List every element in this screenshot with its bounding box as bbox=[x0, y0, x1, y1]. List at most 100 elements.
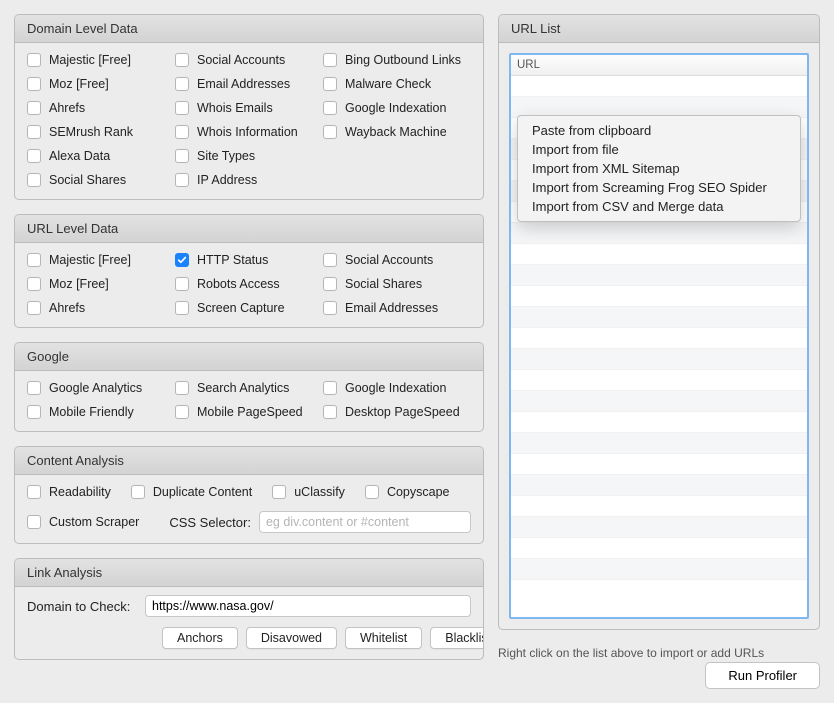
checkbox[interactable] bbox=[175, 149, 189, 163]
url-list-row[interactable] bbox=[511, 454, 807, 475]
option-label: Mobile PageSpeed bbox=[197, 405, 303, 419]
url-list-column-header[interactable]: URL bbox=[511, 55, 807, 76]
option-label: Desktop PageSpeed bbox=[345, 405, 460, 419]
checkbox[interactable] bbox=[175, 405, 189, 419]
url-list-row[interactable] bbox=[511, 517, 807, 538]
custom-scraper-label: Custom Scraper bbox=[49, 515, 139, 529]
checkbox[interactable] bbox=[323, 77, 337, 91]
option-label: Readability bbox=[49, 485, 111, 499]
checkbox[interactable] bbox=[365, 485, 379, 499]
checkbox[interactable] bbox=[323, 101, 337, 115]
checkbox[interactable] bbox=[27, 405, 41, 419]
checkbox[interactable] bbox=[27, 149, 41, 163]
url-list-row[interactable] bbox=[511, 328, 807, 349]
url-list-row[interactable] bbox=[511, 265, 807, 286]
url-list-row[interactable] bbox=[511, 223, 807, 244]
checkbox[interactable] bbox=[175, 253, 189, 267]
domain-to-check-input[interactable] bbox=[145, 595, 471, 617]
context-menu-item[interactable]: Import from CSV and Merge data bbox=[518, 197, 800, 216]
checkbox[interactable] bbox=[27, 381, 41, 395]
url-list-title: URL List bbox=[499, 15, 819, 43]
whitelist-button[interactable]: Whitelist bbox=[345, 627, 422, 649]
url-list-row[interactable] bbox=[511, 286, 807, 307]
option-label: Wayback Machine bbox=[345, 125, 447, 139]
url-list-row[interactable] bbox=[511, 475, 807, 496]
css-selector-input[interactable] bbox=[259, 511, 471, 533]
url-list-row[interactable] bbox=[511, 349, 807, 370]
option-row: Malware Check bbox=[323, 75, 471, 93]
url-level-panel: URL Level Data Majestic [Free]Moz [Free]… bbox=[14, 214, 484, 328]
options-column: Social AccountsEmail AddressesWhois Emai… bbox=[175, 51, 323, 189]
option-row: Social Accounts bbox=[175, 51, 323, 69]
content-analysis-panel: Content Analysis ReadabilityDuplicate Co… bbox=[14, 446, 484, 544]
checkbox[interactable] bbox=[175, 301, 189, 315]
option-label: Ahrefs bbox=[49, 301, 85, 315]
option-row: Wayback Machine bbox=[323, 123, 471, 141]
url-list-panel: URL List URL Paste from clipboardImport … bbox=[498, 14, 820, 630]
url-list-row[interactable] bbox=[511, 433, 807, 454]
option-label: Social Accounts bbox=[197, 53, 285, 67]
checkbox[interactable] bbox=[175, 125, 189, 139]
url-list-row[interactable] bbox=[511, 412, 807, 433]
checkbox[interactable] bbox=[175, 101, 189, 115]
checkbox[interactable] bbox=[27, 253, 41, 267]
url-list-row[interactable] bbox=[511, 391, 807, 412]
checkbox[interactable] bbox=[27, 485, 41, 499]
option-row: Majestic [Free] bbox=[27, 51, 175, 69]
anchors-button[interactable]: Anchors bbox=[162, 627, 238, 649]
google-options: Google AnalyticsMobile FriendlySearch An… bbox=[27, 379, 471, 421]
option-row: Email Addresses bbox=[323, 299, 471, 317]
custom-scraper-row: Custom Scraper CSS Selector: bbox=[27, 511, 471, 533]
context-menu-item[interactable]: Import from file bbox=[518, 140, 800, 159]
checkbox[interactable] bbox=[27, 173, 41, 187]
checkbox[interactable] bbox=[323, 277, 337, 291]
checkbox[interactable] bbox=[175, 277, 189, 291]
checkbox[interactable] bbox=[175, 77, 189, 91]
checkbox[interactable] bbox=[323, 405, 337, 419]
checkbox[interactable] bbox=[323, 253, 337, 267]
checkbox[interactable] bbox=[272, 485, 286, 499]
option-row: Search Analytics bbox=[175, 379, 323, 397]
option-label: Robots Access bbox=[197, 277, 280, 291]
url-list-row[interactable] bbox=[511, 244, 807, 265]
checkbox[interactable] bbox=[27, 101, 41, 115]
option-row: Moz [Free] bbox=[27, 275, 175, 293]
context-menu-item[interactable]: Import from XML Sitemap bbox=[518, 159, 800, 178]
option-row: Majestic [Free] bbox=[27, 251, 175, 269]
left-column: Domain Level Data Majestic [Free]Moz [Fr… bbox=[14, 14, 484, 660]
option-row: Alexa Data bbox=[27, 147, 175, 165]
run-profiler-button[interactable]: Run Profiler bbox=[705, 662, 820, 689]
option-label: Whois Emails bbox=[197, 101, 273, 115]
checkbox[interactable] bbox=[175, 381, 189, 395]
blacklist-button[interactable]: Blacklist bbox=[430, 627, 484, 649]
option-row: Desktop PageSpeed bbox=[323, 403, 471, 421]
url-list-row[interactable] bbox=[511, 496, 807, 517]
checkbox[interactable] bbox=[27, 301, 41, 315]
checkbox[interactable] bbox=[323, 125, 337, 139]
checkbox[interactable] bbox=[27, 125, 41, 139]
option-label: Mobile Friendly bbox=[49, 405, 134, 419]
checkbox[interactable] bbox=[175, 173, 189, 187]
url-list-row[interactable] bbox=[511, 76, 807, 97]
url-listbox[interactable]: URL Paste from clipboardImport from file… bbox=[509, 53, 809, 619]
checkbox[interactable] bbox=[175, 53, 189, 67]
domain-level-options: Majestic [Free]Moz [Free]AhrefsSEMrush R… bbox=[27, 51, 471, 189]
url-list-row[interactable] bbox=[511, 559, 807, 580]
option-row: Whois Emails bbox=[175, 99, 323, 117]
context-menu-item[interactable]: Paste from clipboard bbox=[518, 121, 800, 140]
checkbox[interactable] bbox=[27, 77, 41, 91]
option-row: IP Address bbox=[175, 171, 323, 189]
disavowed-button[interactable]: Disavowed bbox=[246, 627, 337, 649]
url-list-row[interactable] bbox=[511, 307, 807, 328]
checkbox[interactable] bbox=[27, 53, 41, 67]
checkbox[interactable] bbox=[323, 53, 337, 67]
checkbox[interactable] bbox=[27, 277, 41, 291]
custom-scraper-checkbox[interactable] bbox=[27, 515, 41, 529]
checkbox[interactable] bbox=[323, 381, 337, 395]
context-menu-item[interactable]: Import from Screaming Frog SEO Spider bbox=[518, 178, 800, 197]
checkbox[interactable] bbox=[323, 301, 337, 315]
url-list-row[interactable] bbox=[511, 370, 807, 391]
url-list-row[interactable] bbox=[511, 538, 807, 559]
option-label: Site Types bbox=[197, 149, 255, 163]
checkbox[interactable] bbox=[131, 485, 145, 499]
